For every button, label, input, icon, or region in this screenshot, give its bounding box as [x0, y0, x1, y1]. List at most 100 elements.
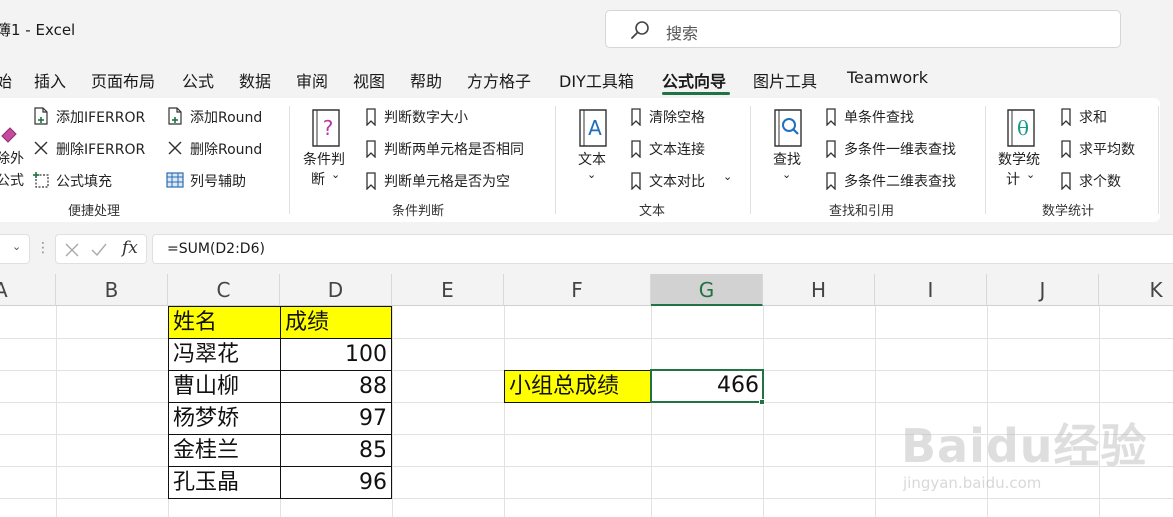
tab-fangfang[interactable]: 方方格子	[467, 68, 531, 92]
bookmark-icon	[366, 172, 376, 190]
table-row-name[interactable]: 冯翠花	[168, 338, 281, 371]
formula-fill-label: 公式填充	[56, 174, 112, 190]
tab-formula-wizard[interactable]: 公式向导	[662, 68, 726, 92]
cancel-icon[interactable]	[64, 242, 80, 258]
tab-data[interactable]: 数据	[239, 68, 271, 92]
column-helper-label: 列号辅助	[190, 174, 246, 190]
stats-item-3-label: 求个数	[1079, 174, 1121, 190]
column-header-b[interactable]: B	[56, 274, 168, 306]
column-header-c[interactable]: C	[168, 274, 280, 306]
tab-teamwork[interactable]: Teamwork	[847, 68, 928, 87]
chevron-down-icon[interactable]: ⌄	[723, 170, 732, 183]
ribbon-tabs: 始 插入 页面布局 公式 数据 审阅 视图 帮助 方方格子 DIY工具箱 公式向…	[0, 62, 1173, 96]
formula-text: =SUM(D2:D6)	[167, 241, 265, 257]
tab-help[interactable]: 帮助	[410, 68, 442, 92]
close-icon	[34, 141, 48, 155]
search-icon	[631, 21, 649, 39]
formula-input[interactable]: =SUM(D2:D6)	[152, 234, 1173, 264]
add-round-label: 添加Round	[190, 110, 263, 126]
text-item-3-label: 文本对比	[649, 174, 705, 190]
fill-icon	[33, 172, 49, 188]
column-header-j[interactable]: J	[987, 274, 1099, 306]
gridline	[56, 306, 57, 517]
chevron-down-icon: ⌄	[331, 168, 341, 181]
stats-item-2-label: 求平均数	[1079, 142, 1135, 158]
tab-formulas[interactable]: 公式	[182, 68, 214, 92]
header-score-cell[interactable]: 成绩	[280, 306, 392, 339]
delete-round-label: 删除Round	[190, 142, 263, 158]
column-header-f[interactable]: F	[504, 274, 651, 306]
condition-label-1: 条件判	[303, 152, 345, 168]
fill-handle[interactable]	[759, 399, 765, 405]
bookmark-icon	[1061, 140, 1071, 158]
header-name-cell[interactable]: 姓名	[168, 306, 281, 339]
column-header-a[interactable]: A	[0, 274, 56, 306]
gridline	[875, 306, 876, 517]
chevron-down-icon: ⌄	[587, 168, 597, 181]
group-label-text: 文本	[639, 204, 666, 219]
table-row-score[interactable]: 97	[280, 402, 392, 435]
stats-label-1: 数学统	[998, 152, 1040, 168]
text-item-1-label: 清除空格	[649, 110, 705, 126]
tab-picture-tools[interactable]: 图片工具	[753, 68, 817, 92]
table-row-name[interactable]: 金桂兰	[168, 434, 281, 467]
question-book-icon: ?	[312, 109, 340, 147]
group-divider	[1158, 106, 1159, 214]
check-icon[interactable]	[90, 242, 108, 258]
lookup-item-1-label: 单条件查找	[844, 110, 914, 126]
table-row-score[interactable]: 85	[280, 434, 392, 467]
tab-home[interactable]: 始	[0, 68, 12, 92]
document-title: 簿1 - Excel	[0, 21, 76, 39]
gridline	[392, 306, 393, 517]
close-icon	[168, 141, 182, 155]
column-header-k[interactable]: K	[1099, 274, 1173, 306]
column-header-e[interactable]: E	[392, 274, 504, 306]
table-row-score[interactable]: 100	[280, 338, 392, 371]
table-row-score[interactable]: 96	[280, 466, 392, 499]
tab-diy-toolbox[interactable]: DIY工具箱	[559, 68, 634, 92]
add-doc-icon	[34, 107, 48, 125]
chevron-down-icon: ⌄	[1026, 168, 1036, 181]
table-row-name[interactable]: 孔玉晶	[168, 466, 281, 499]
add-iferror-label: 添加IFERROR	[56, 110, 146, 126]
baidu-watermark: Baidu经验 jingyan.baidu.com	[895, 410, 1155, 510]
bookmark-icon	[631, 172, 641, 190]
name-box[interactable]: ⌄	[0, 234, 30, 264]
search-placeholder: 搜索	[666, 24, 699, 43]
cond-item-2-label: 判断两单元格是否相同	[384, 142, 524, 158]
tab-review[interactable]: 审阅	[296, 68, 328, 92]
column-header-h[interactable]: H	[763, 274, 875, 306]
column-headers: A B C D E F G H I J K	[0, 274, 1173, 306]
group-divider	[750, 106, 751, 214]
cond-item-1-label: 判断数字大小	[384, 110, 468, 126]
column-header-i[interactable]: I	[875, 274, 987, 306]
exclude-formula-label-1: 除外	[0, 151, 24, 167]
text-item-2-label: 文本连接	[649, 142, 705, 158]
search-box[interactable]: 搜索	[605, 10, 1121, 48]
tab-view[interactable]: 视图	[353, 68, 385, 92]
chevron-down-icon: ⌄	[12, 240, 22, 253]
tab-page-layout[interactable]: 页面布局	[91, 68, 155, 92]
delete-iferror-label: 删除IFERROR	[56, 142, 146, 158]
stats-item-1-label: 求和	[1079, 110, 1107, 126]
function-icon[interactable]: fx	[122, 238, 138, 258]
total-label-cell[interactable]: 小组总成绩	[504, 370, 652, 403]
column-header-g[interactable]: G	[651, 274, 763, 306]
svg-text:?: ?	[323, 116, 334, 140]
theta-book-icon: θ	[1007, 109, 1035, 147]
column-header-d[interactable]: D	[280, 274, 392, 306]
lookup-item-3-label: 多条件二维表查找	[844, 174, 956, 190]
bookmark-icon	[826, 172, 836, 190]
group-label-condition: 条件判断	[392, 204, 445, 219]
group-label-lookup: 查找和引用	[829, 204, 895, 219]
table-row-score[interactable]: 88	[280, 370, 392, 403]
lookup-button-label: 查找	[773, 152, 801, 168]
bookmark-icon	[1061, 172, 1071, 190]
table-row-name[interactable]: 曹山柳	[168, 370, 281, 403]
svg-text:θ: θ	[1017, 116, 1029, 140]
bookmark-icon	[1061, 108, 1071, 126]
tab-insert[interactable]: 插入	[34, 68, 66, 92]
table-row-name[interactable]: 杨梦娇	[168, 402, 281, 435]
search-book-icon	[774, 109, 802, 147]
group-divider	[555, 106, 556, 214]
